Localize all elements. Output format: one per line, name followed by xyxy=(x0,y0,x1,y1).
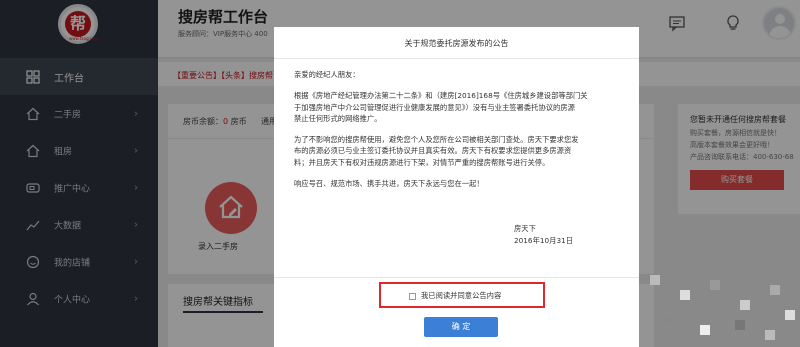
para-line: 料；并且房天下有权对违规房源进行下架，对情节严重的搜房帮账号进行关停。 xyxy=(294,157,550,167)
signer: 房天下 xyxy=(514,224,536,233)
announcement-modal: 关于规范委托房源发布的公告 亲爱的经纪人朋友： 根据《房地产经纪管理办法第二十二… xyxy=(274,27,639,347)
agree-highlight: 我已阅读并同意公告内容 xyxy=(379,282,545,308)
agree-label[interactable]: 我已阅读并同意公告内容 xyxy=(421,291,501,301)
greeting: 亲爱的经纪人朋友： xyxy=(294,70,360,79)
modal-header: 关于规范委托房源发布的公告 xyxy=(274,27,639,59)
confirm-button[interactable]: 确 定 xyxy=(424,317,498,337)
agree-checkbox[interactable] xyxy=(409,293,416,300)
para-line: 禁止任何形式的网络推广。 xyxy=(294,113,382,123)
divider xyxy=(274,277,639,278)
para-line: 为了不影响您的搜房帮使用，避免您个人及您所在公司被相关部门查处。房天下要求您发 xyxy=(294,135,579,145)
modal-body: 亲爱的经纪人朋友： 根据《房地产经纪管理办法第二十二条》和（建房[2016]16… xyxy=(294,69,624,189)
modal-title: 关于规范委托房源发布的公告 xyxy=(404,39,509,48)
closing-line: 响应号召、规范市场、携手共进，房天下永远与您在一起！ xyxy=(294,179,484,189)
para-line: 于加强房地产中介公司管理促进行业健康发展的意见》）没有与业主签署委托协议的房源 xyxy=(294,102,575,112)
para-line: 根据《房地产经纪管理办法第二十二条》和（建房[2016]168号《住房城乡建设部… xyxy=(294,91,588,101)
para-line: 布的房源必须已与业主签订委托协议并且真实有效。房天下有权要求您提供更多房源资 xyxy=(294,146,572,156)
notice-date: 2016年10月31日 xyxy=(514,236,574,245)
